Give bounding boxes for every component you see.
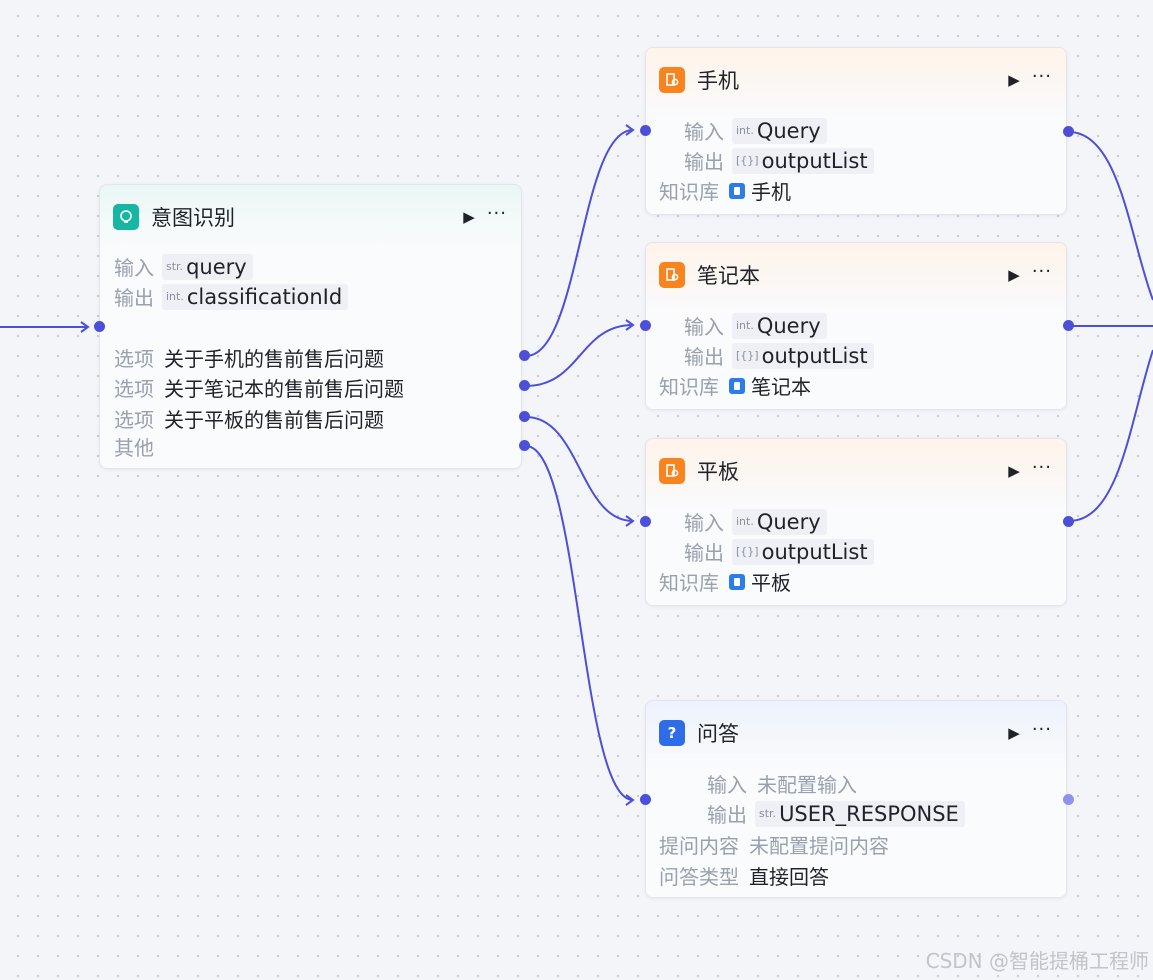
qa-node[interactable]: ? 问答 ▶ ··· 输入 未配置输入 输出 str. USER_RESPONSE… [645, 700, 1067, 898]
output-variable-tag: [{}] outputList [732, 147, 874, 174]
input-label: 输入 [684, 120, 724, 144]
question-label: 提问内容 [659, 834, 739, 858]
tablet-output-port[interactable] [1063, 516, 1074, 527]
knowledge-node-tablet[interactable]: 平板 ▶ ··· 输入 int. Query 输出 [{}] outputList … [645, 438, 1067, 606]
run-button[interactable]: ▶ [1008, 724, 1020, 742]
phone-input-port[interactable] [640, 125, 651, 136]
edge-intent-tablet [525, 416, 635, 527]
output-variable-tag: str. USER_RESPONSE [755, 800, 965, 827]
kb-value: 笔记本 [751, 375, 811, 399]
more-menu-button[interactable]: ··· [1032, 721, 1052, 739]
output-label: 输出 [114, 286, 154, 310]
run-button[interactable]: ▶ [1008, 71, 1020, 89]
edge-intent-phone [525, 124, 635, 357]
output-label: 输出 [707, 803, 747, 827]
edge-phone-out [1068, 131, 1153, 301]
run-button[interactable]: ▶ [1008, 266, 1020, 284]
knowledge-base-icon [659, 458, 685, 484]
node-title: 笔记本 [697, 264, 760, 288]
answer-type-label: 问答类型 [659, 865, 739, 889]
kb-value: 平板 [751, 571, 791, 595]
edge-intent-laptop [525, 319, 635, 387]
input-variable-tag: str. query [162, 253, 253, 280]
document-icon [729, 573, 745, 590]
output-variable-tag: int. classificationId [162, 283, 349, 310]
more-menu-button[interactable]: ··· [1032, 459, 1052, 477]
question-value: 未配置提问内容 [749, 834, 889, 858]
kb-label: 知识库 [659, 180, 719, 204]
knowledge-base-icon [659, 67, 685, 93]
option-port-phone[interactable] [519, 350, 530, 361]
output-label: 输出 [684, 541, 724, 565]
node-title: 平板 [697, 460, 739, 484]
input-label: 输入 [707, 773, 747, 797]
input-variable-tag: int. Query [732, 312, 827, 339]
more-menu-button[interactable]: ··· [1032, 263, 1052, 281]
run-button[interactable]: ▶ [463, 208, 475, 226]
output-variable-tag: [{}] outputList [732, 342, 874, 369]
edge-tablet-out [1068, 349, 1153, 522]
knowledge-base-icon [659, 262, 685, 288]
kb-label: 知识库 [659, 375, 719, 399]
qa-output-port[interactable] [1063, 794, 1074, 805]
input-label: 输入 [114, 256, 154, 280]
input-label: 输入 [684, 511, 724, 535]
option-port-tablet[interactable] [519, 411, 530, 422]
bulb-icon [113, 204, 139, 230]
kb-value: 手机 [751, 180, 791, 204]
laptop-input-port[interactable] [640, 320, 651, 331]
kb-label: 知识库 [659, 571, 719, 595]
document-icon [729, 182, 745, 199]
answer-type-value: 直接回答 [749, 865, 829, 889]
qa-input-port[interactable] [640, 794, 651, 805]
intent-input-port[interactable] [94, 321, 105, 332]
option-row-laptop: 选项 关于笔记本的售前售后问题 [114, 377, 404, 401]
tablet-input-port[interactable] [640, 516, 651, 527]
run-button[interactable]: ▶ [1008, 462, 1020, 480]
option-port-other[interactable] [519, 440, 530, 451]
question-icon: ? [659, 720, 685, 746]
laptop-output-port[interactable] [1063, 320, 1074, 331]
input-label: 输入 [684, 315, 724, 339]
phone-output-port[interactable] [1063, 126, 1074, 137]
knowledge-node-laptop[interactable]: 笔记本 ▶ ··· 输入 int. Query 输出 [{}] outputList… [645, 242, 1067, 410]
knowledge-node-phone[interactable]: 手机 ▶ ··· 输入 int. Query 输出 [{}] outputList … [645, 47, 1067, 215]
node-title: 意图识别 [151, 206, 235, 230]
input-variable-tag: int. Query [732, 117, 827, 144]
watermark: CSDN @智能提桶工程师 [925, 949, 1149, 973]
output-label: 输出 [684, 150, 724, 174]
option-row-phone: 选项 关于手机的售前售后问题 [114, 347, 384, 371]
more-menu-button[interactable]: ··· [1032, 68, 1052, 86]
option-port-laptop[interactable] [519, 380, 530, 391]
option-row-other: 其他 [114, 436, 154, 460]
output-variable-tag: [{}] outputList [732, 538, 874, 565]
input-value: 未配置输入 [757, 773, 857, 797]
output-label: 输出 [684, 345, 724, 369]
node-title: 手机 [697, 69, 739, 93]
document-icon [729, 377, 745, 394]
more-menu-button[interactable]: ··· [487, 205, 507, 223]
edge-intent-qa [525, 445, 635, 806]
option-row-tablet: 选项 关于平板的售前售后问题 [114, 408, 384, 432]
node-title: 问答 [697, 722, 739, 746]
input-variable-tag: int. Query [732, 508, 827, 535]
intent-recognition-node[interactable]: 意图识别 ▶ ··· 输入 str. query 输出 int. classific… [99, 184, 522, 469]
